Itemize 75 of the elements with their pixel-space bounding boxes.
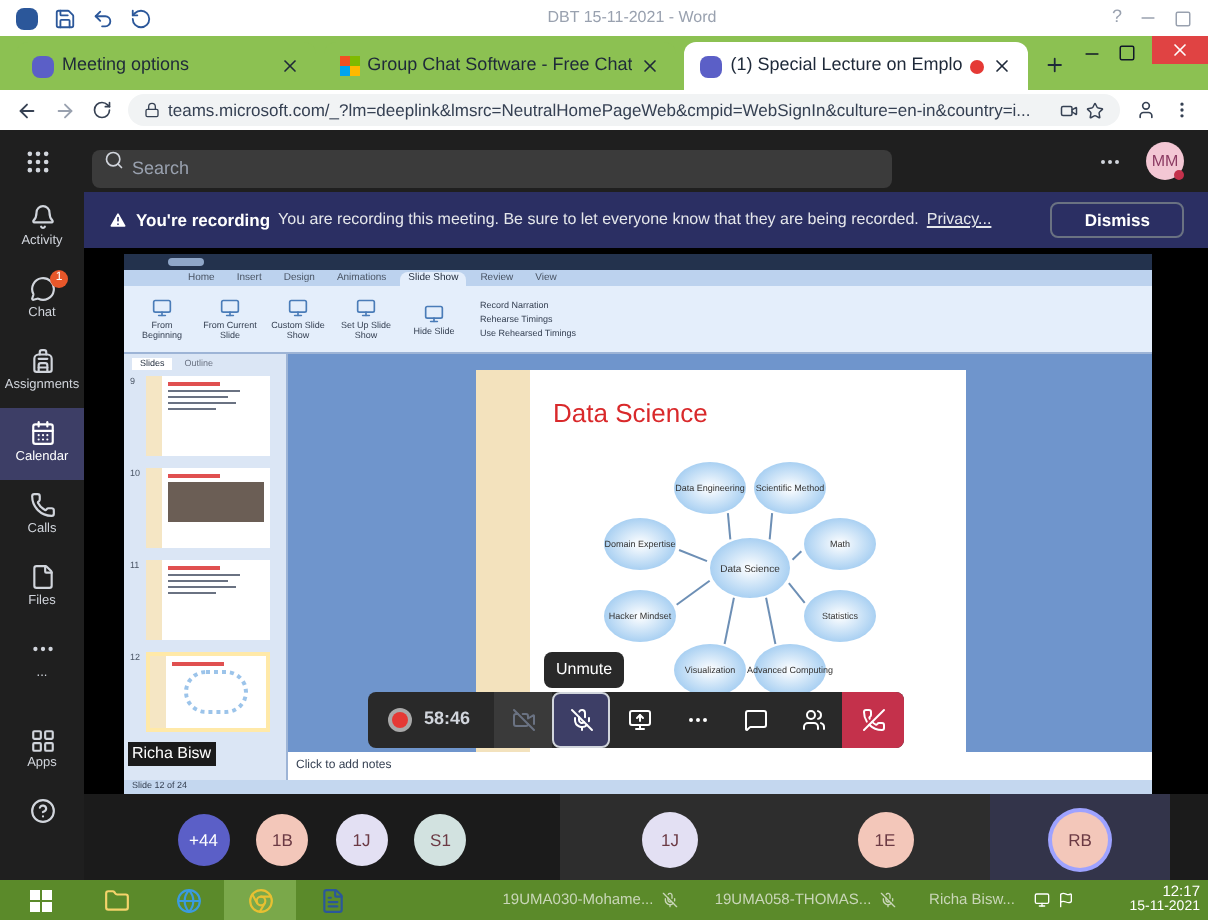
display-icon[interactable] <box>1034 892 1050 908</box>
slideshow-icon <box>356 298 376 318</box>
slideshow-icon <box>152 298 172 318</box>
window-title: DBT 15-11-2021 - Word <box>545 6 719 30</box>
chat-icon <box>743 708 768 732</box>
calendar-icon <box>29 420 55 447</box>
maximize-icon[interactable] <box>1118 44 1136 62</box>
slide-thumbnail[interactable] <box>146 652 270 732</box>
file-icon <box>29 564 55 591</box>
chrome-icon <box>247 887 273 913</box>
camera-icon[interactable] <box>1060 101 1078 119</box>
lock-icon <box>144 102 160 118</box>
mic-button[interactable] <box>552 692 611 748</box>
reload-icon[interactable] <box>92 100 112 120</box>
close-icon[interactable] <box>279 56 300 76</box>
diagram-thumbnail <box>184 670 248 714</box>
slideshow-icon <box>424 303 444 323</box>
participant-avatar[interactable]: 1E <box>857 812 913 868</box>
tab-title: Meeting options <box>62 52 192 79</box>
user-avatar[interactable]: MM <box>1146 142 1184 180</box>
redo-icon[interactable] <box>130 7 152 29</box>
participant-avatar[interactable]: +44 <box>177 814 230 866</box>
presenter-name: Richa Bisw <box>128 742 216 766</box>
meeting-timer: 58:46 <box>424 706 471 733</box>
globe-icon <box>175 887 201 913</box>
hang-up-icon <box>861 708 886 732</box>
participant-avatar[interactable]: 1B <box>256 814 309 866</box>
backpack-icon <box>29 348 55 375</box>
folder-icon <box>103 887 129 913</box>
participant-avatar[interactable]: 1J <box>335 814 388 866</box>
people-icon <box>801 708 826 732</box>
save-icon[interactable] <box>54 7 76 29</box>
app-launcher-icon[interactable] <box>24 147 52 175</box>
banner-title: You're recording <box>136 207 271 233</box>
slideshow-icon <box>220 298 240 318</box>
participant-avatar[interactable]: RB <box>1052 812 1108 868</box>
chat-icon <box>29 276 55 303</box>
banner-message: You are recording this meeting. Be sure to let everyone know that they are being recorded. <box>278 208 919 232</box>
close-icon <box>1170 40 1190 60</box>
url-text: teams.microsoft.com/_?lm=deeplink&lmsrc=NeutralHomePageWeb&cmpid=WebSignIn&culture=en-in&country=i... <box>168 97 1031 123</box>
close-icon[interactable] <box>640 56 661 76</box>
participant-avatar[interactable]: S1 <box>414 814 467 866</box>
slide-thumbnail[interactable] <box>146 468 270 548</box>
tab-title: (1) Special Lecture on Emplo <box>730 52 963 79</box>
warning-icon <box>108 210 128 230</box>
search-icon <box>104 150 124 170</box>
forward-icon[interactable] <box>54 99 76 121</box>
apps-icon <box>29 727 55 754</box>
windows-icon <box>29 889 51 911</box>
dismiss-button[interactable]: Dismiss <box>1050 202 1184 238</box>
slideshow-icon <box>288 298 308 318</box>
mic-icon <box>569 708 594 732</box>
star-icon[interactable] <box>1086 101 1104 119</box>
phone-icon <box>29 492 55 519</box>
document-icon <box>319 887 345 913</box>
share-icon <box>627 708 652 732</box>
hangup-button[interactable] <box>842 692 905 748</box>
back-icon[interactable] <box>16 99 38 121</box>
participant-avatar[interactable]: 1J <box>642 812 698 868</box>
profile-icon[interactable] <box>1136 100 1156 120</box>
address-field[interactable]: teams.microsoft.com/_?lm=deeplink&lmsrc=NeutralHomePageWeb&cmpid=WebSignIn&culture=en-in&country=i... <box>128 94 1120 126</box>
tab-title: Group Chat Software - Free Chat <box>367 52 633 79</box>
close-icon[interactable] <box>992 56 1013 76</box>
slide-title: Data Science <box>551 396 710 432</box>
photo-placeholder <box>168 482 264 522</box>
browser-tab[interactable]: (1) Special Lecture on Emplo <box>684 42 1029 90</box>
undo-icon[interactable] <box>92 7 114 29</box>
search-field[interactable]: Search <box>92 149 892 187</box>
grid-icon <box>339 56 360 76</box>
new-tab-icon[interactable] <box>1044 52 1066 78</box>
privacy-link[interactable]: Privacy... <box>926 208 992 232</box>
camera-icon <box>511 708 536 732</box>
flag-icon[interactable] <box>1058 892 1074 908</box>
unmute-tooltip: Unmute <box>544 652 625 688</box>
bell-icon <box>29 204 55 231</box>
